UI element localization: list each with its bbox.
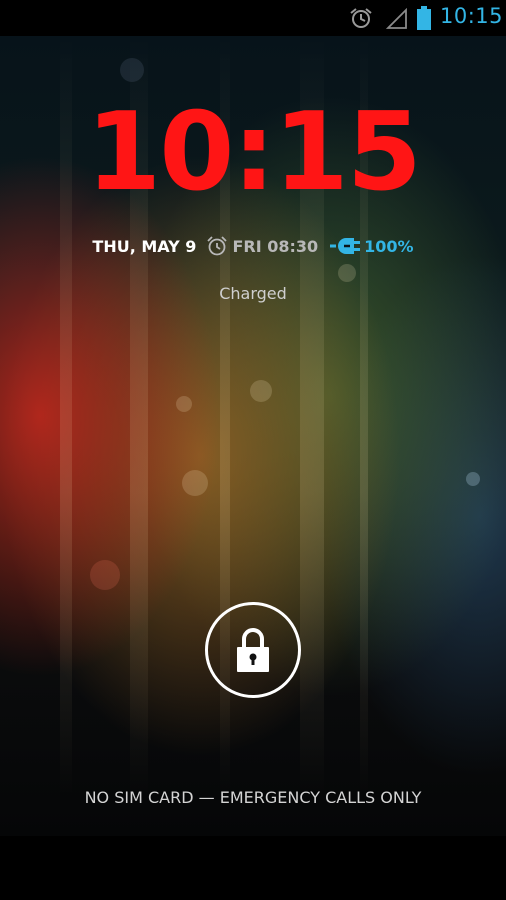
- signal-icon: [386, 8, 407, 29]
- alarm-icon: [207, 236, 228, 256]
- battery-icon: [417, 6, 431, 30]
- bokeh-light: [338, 264, 356, 282]
- charging-plug-icon: [330, 238, 361, 254]
- unlock-button[interactable]: [205, 602, 301, 698]
- bokeh-light: [90, 560, 120, 590]
- battery-percent-label: 100%: [364, 236, 414, 256]
- date-label: THU, MAY 9: [92, 236, 197, 256]
- lock-icon: [237, 628, 269, 672]
- status-bar-time: 10:15: [440, 4, 504, 28]
- status-info-row: THU, MAY 9 FRI 08:30 100%: [0, 234, 506, 258]
- status-bar: 10:15: [0, 0, 506, 36]
- lockscreen: 10:15 10:15 THU, MAY 9 FRI 08:30 100% Ch…: [0, 0, 506, 900]
- bokeh-light: [466, 472, 480, 486]
- bokeh-light: [120, 58, 144, 82]
- bokeh-light: [250, 380, 272, 402]
- charging-status-label: Charged: [219, 284, 287, 303]
- navigation-bar: [0, 836, 506, 900]
- bokeh-light: [176, 396, 192, 412]
- bokeh-light: [182, 470, 208, 496]
- lockscreen-clock: 10:15: [86, 90, 422, 215]
- next-alarm-label: FRI 08:30: [232, 236, 319, 256]
- carrier-status-label: NO SIM CARD — EMERGENCY CALLS ONLY: [84, 788, 422, 807]
- alarm-icon: [350, 8, 372, 28]
